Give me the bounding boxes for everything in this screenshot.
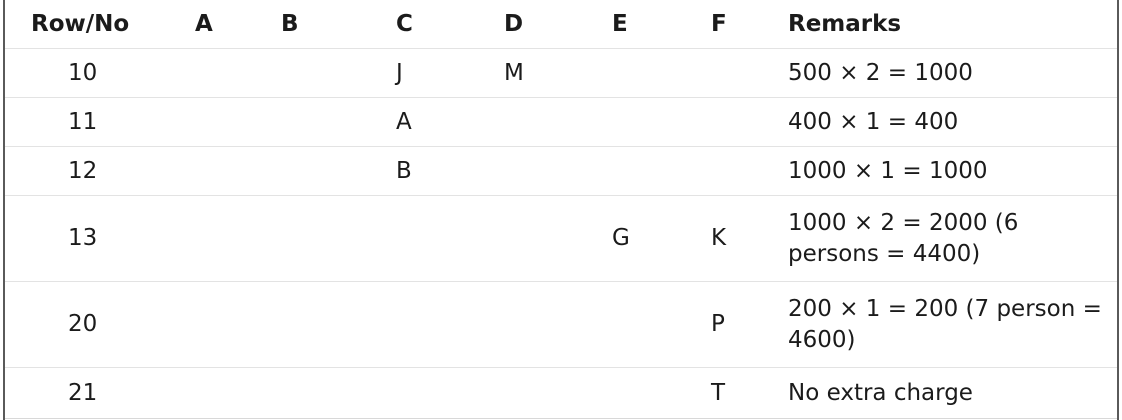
cell-d: [480, 367, 588, 419]
row-number: 12: [5, 146, 173, 196]
cell-d: M: [480, 48, 588, 98]
cell-c: [372, 367, 480, 419]
cell-e: [588, 48, 696, 98]
table-row: 10 J M 500 × 2 = 1000: [5, 48, 1117, 98]
row-number: 20: [5, 281, 173, 368]
cell-remarks: 1000 × 2 = 2000 (6 persons = 4400): [764, 195, 1117, 282]
cell-d: [480, 195, 588, 282]
row-number: 11: [5, 97, 173, 147]
header-col-a: A: [173, 0, 266, 49]
cell-a: [173, 281, 266, 368]
cell-f: [696, 146, 764, 196]
table-row: 13 G K 1000 × 2 = 2000 (6 persons = 4400…: [5, 195, 1117, 282]
cell-c: [372, 195, 480, 282]
cell-c: A: [372, 97, 480, 147]
cell-a: [173, 195, 266, 282]
cell-d: [480, 97, 588, 147]
cell-b: [266, 367, 372, 419]
cell-a: [173, 48, 266, 98]
cell-d: [480, 281, 588, 368]
cell-f: K: [696, 195, 764, 282]
table-row: 20 P 200 × 1 = 200 (7 person = 4600): [5, 281, 1117, 368]
cell-remarks: 1000 × 1 = 1000: [764, 146, 1117, 196]
cell-c: B: [372, 146, 480, 196]
seating-table: Row/No A B C D E F Remarks 10 J M 500 × …: [5, 0, 1117, 419]
cell-remarks: No extra charge: [764, 367, 1117, 419]
table-row: 21 T No extra charge: [5, 367, 1117, 419]
cell-remarks: 200 × 1 = 200 (7 person = 4600): [764, 281, 1117, 368]
cell-e: G: [588, 195, 696, 282]
table-row: 11 A 400 × 1 = 400: [5, 97, 1117, 147]
row-number: 21: [5, 367, 173, 419]
cell-d: [480, 146, 588, 196]
header-col-f: F: [696, 0, 764, 49]
header-col-e: E: [588, 0, 696, 49]
cell-remarks: 500 × 2 = 1000: [764, 48, 1117, 98]
cell-b: [266, 281, 372, 368]
row-number: 10: [5, 48, 173, 98]
cell-remarks: 400 × 1 = 400: [764, 97, 1117, 147]
header-col-b: B: [266, 0, 372, 49]
cell-b: [266, 195, 372, 282]
cell-b: [266, 48, 372, 98]
table-header-row: Row/No A B C D E F Remarks: [5, 0, 1117, 49]
cell-b: [266, 146, 372, 196]
table-row: 12 B 1000 × 1 = 1000: [5, 146, 1117, 196]
cell-f: P: [696, 281, 764, 368]
cell-b: [266, 97, 372, 147]
cell-a: [173, 367, 266, 419]
cell-e: [588, 146, 696, 196]
cell-c: [372, 281, 480, 368]
table-frame: Row/No A B C D E F Remarks 10 J M 500 × …: [3, 0, 1119, 420]
cell-c: J: [372, 48, 480, 98]
cell-e: [588, 367, 696, 419]
cell-e: [588, 281, 696, 368]
cell-a: [173, 146, 266, 196]
header-remarks: Remarks: [764, 0, 1117, 49]
cell-e: [588, 97, 696, 147]
cell-f: [696, 97, 764, 147]
header-row-no: Row/No: [5, 0, 173, 49]
header-col-c: C: [372, 0, 480, 49]
row-number: 13: [5, 195, 173, 282]
cell-a: [173, 97, 266, 147]
cell-f: T: [696, 367, 764, 419]
header-col-d: D: [480, 0, 588, 49]
cell-f: [696, 48, 764, 98]
